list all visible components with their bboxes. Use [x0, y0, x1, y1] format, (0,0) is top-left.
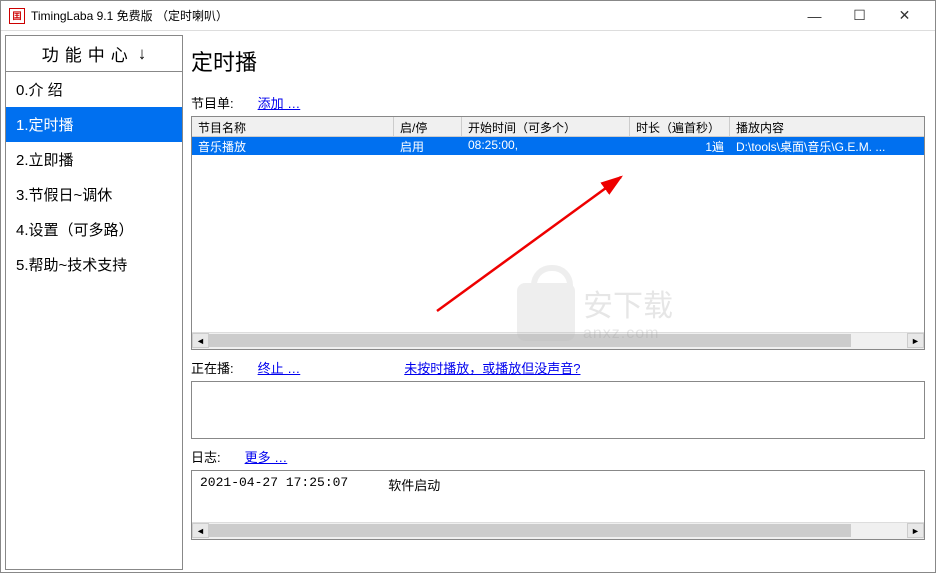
scroll-right-icon[interactable]: ►	[907, 333, 924, 348]
minimize-button[interactable]: —	[792, 2, 837, 30]
sidebar: 功能中心 ↓ 0.介 绍 1.定时播 2.立即播 3.节假日~调休 4.设置（可…	[5, 35, 183, 570]
table-body: 音乐播放 启用 08:25:00, 1遍 D:\tools\桌面\音乐\G.E.…	[192, 137, 924, 332]
col-start[interactable]: 开始时间（可多个）	[462, 117, 630, 136]
sidebar-header[interactable]: 功能中心 ↓	[6, 36, 182, 72]
log-label: 日志:	[191, 447, 221, 466]
content: 定时播 节目单: 添加 … 节目名称 启/停 开始时间（可多个） 时长（遍首秒）…	[187, 31, 935, 574]
cell-name: 音乐播放	[192, 137, 394, 155]
schedule-label-row: 节目单: 添加 …	[191, 91, 925, 116]
log-row: 日志: 更多 …	[191, 439, 925, 470]
main-area: 功能中心 ↓ 0.介 绍 1.定时播 2.立即播 3.节假日~调休 4.设置（可…	[1, 31, 935, 574]
close-button[interactable]: ✕	[882, 2, 927, 30]
sidebar-item-help[interactable]: 5.帮助~技术支持	[6, 247, 182, 282]
help-link[interactable]: 未按时播放，或播放但没声音?	[404, 358, 580, 377]
maximize-button[interactable]: ☐	[837, 2, 882, 30]
sidebar-item-timed-play[interactable]: 1.定时播	[6, 107, 182, 142]
now-playing-panel	[191, 381, 925, 439]
log-line: 2021-04-27 17:25:07 软件启动	[200, 475, 916, 494]
page-title: 定时播	[191, 39, 925, 91]
schedule-table: 节目名称 启/停 开始时间（可多个） 时长（遍首秒） 播放内容 音乐播放 启用 …	[191, 116, 925, 350]
cell-duration: 1遍	[630, 137, 730, 155]
schedule-label: 节目单:	[191, 93, 234, 112]
add-link[interactable]: 添加 …	[258, 93, 301, 112]
scroll-right-icon[interactable]: ►	[907, 523, 924, 538]
titlebar: 囯 TimingLaba 9.1 免费版 （定时喇叭） — ☐ ✕	[1, 1, 935, 31]
col-duration[interactable]: 时长（遍首秒）	[630, 117, 730, 136]
cell-content: D:\tools\桌面\音乐\G.E.M. ...	[730, 137, 924, 155]
scroll-left-icon[interactable]: ◄	[192, 523, 209, 538]
dropdown-arrow-icon: ↓	[138, 44, 147, 64]
col-content[interactable]: 播放内容	[730, 117, 924, 136]
window-title: TimingLaba 9.1 免费版 （定时喇叭）	[31, 7, 792, 24]
app-icon: 囯	[9, 8, 25, 24]
col-name[interactable]: 节目名称	[192, 117, 394, 136]
cell-start: 08:25:00,	[462, 137, 630, 155]
col-enable[interactable]: 启/停	[394, 117, 462, 136]
log-time: 2021-04-27 17:25:07	[200, 475, 348, 494]
scroll-thumb[interactable]	[209, 334, 851, 347]
now-playing-label: 正在播:	[191, 358, 234, 377]
window-controls: — ☐ ✕	[792, 2, 927, 30]
sidebar-item-intro[interactable]: 0.介 绍	[6, 72, 182, 107]
log-scrollbar[interactable]: ◄ ►	[192, 522, 924, 539]
sidebar-item-settings[interactable]: 4.设置（可多路）	[6, 212, 182, 247]
sidebar-item-holiday[interactable]: 3.节假日~调休	[6, 177, 182, 212]
stop-link[interactable]: 终止 …	[258, 358, 301, 377]
scroll-left-icon[interactable]: ◄	[192, 333, 209, 348]
log-msg: 软件启动	[388, 475, 440, 494]
log-body: 2021-04-27 17:25:07 软件启动	[192, 471, 924, 522]
table-header: 节目名称 启/停 开始时间（可多个） 时长（遍首秒） 播放内容	[192, 117, 924, 137]
log-panel: 2021-04-27 17:25:07 软件启动 ◄ ►	[191, 470, 925, 540]
horizontal-scrollbar[interactable]: ◄ ►	[192, 332, 924, 349]
sidebar-item-instant-play[interactable]: 2.立即播	[6, 142, 182, 177]
table-row[interactable]: 音乐播放 启用 08:25:00, 1遍 D:\tools\桌面\音乐\G.E.…	[192, 137, 924, 155]
now-playing-row: 正在播: 终止 … 未按时播放，或播放但没声音?	[191, 350, 925, 381]
cell-enable: 启用	[394, 137, 462, 155]
scroll-thumb[interactable]	[209, 524, 851, 537]
more-link[interactable]: 更多 …	[245, 447, 288, 466]
